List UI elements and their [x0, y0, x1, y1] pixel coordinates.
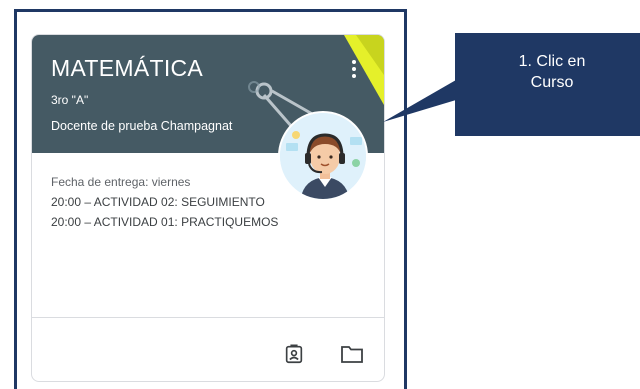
instruction-callout: 1. Clic en Curso	[455, 33, 640, 136]
more-options-icon[interactable]	[346, 58, 362, 80]
course-section: 3ro "A"	[51, 93, 89, 107]
folder-icon[interactable]	[338, 340, 366, 368]
card-body: Fecha de entrega: viernes 20:00 – ACTIVI…	[51, 175, 372, 235]
callout-line-1: 1. Clic en	[518, 53, 586, 70]
course-card[interactable]: MATEMÁTICA 3ro "A" Docente de prueba Cha…	[31, 34, 385, 382]
assignment-ind-icon[interactable]	[280, 340, 308, 368]
due-date-label: Fecha de entrega: viernes	[51, 175, 191, 189]
course-title-link[interactable]: MATEMÁTICA	[51, 55, 203, 82]
course-teacher: Docente de prueba Champagnat	[51, 119, 233, 133]
assignment-link[interactable]: 20:00 – ACTIVIDAD 02: SEGUIMIENTO	[51, 195, 265, 209]
callout-line-2: Curso	[530, 74, 574, 91]
card-footer	[32, 317, 384, 381]
assignment-link[interactable]: 20:00 – ACTIVIDAD 01: PRACTIQUEMOS	[51, 215, 351, 229]
